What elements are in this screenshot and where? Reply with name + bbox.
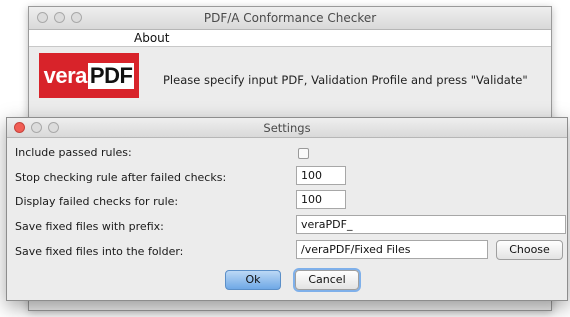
display-failed-label: Display failed checks for rule: (15, 195, 179, 208)
folder-label: Save fixed files into the folder: (15, 245, 184, 258)
stop-checking-label: Stop checking rule after failed checks: (15, 171, 227, 184)
instruction-text: Please specify input PDF, Validation Pro… (163, 73, 528, 87)
stop-checking-input[interactable] (296, 166, 346, 185)
include-passed-label: Include passed rules: (15, 146, 132, 159)
choose-folder-button[interactable]: Choose (496, 240, 563, 260)
settings-titlebar: Settings (7, 118, 567, 138)
cancel-button[interactable]: Cancel (295, 270, 359, 290)
menu-about[interactable]: About (134, 31, 169, 45)
menu-bar: About (29, 30, 551, 47)
verapdf-logo: vera PDF (39, 53, 139, 98)
window-title: PDF/A Conformance Checker (203, 11, 377, 25)
settings-dialog: Settings Include passed rules: Stop chec… (6, 117, 568, 301)
main-titlebar: PDF/A Conformance Checker (29, 7, 551, 30)
prefix-label: Save fixed files with prefix: (15, 220, 164, 233)
dialog-title: Settings (263, 121, 311, 135)
include-passed-checkbox[interactable] (298, 148, 309, 159)
display-failed-input[interactable] (296, 190, 346, 209)
prefix-input[interactable] (296, 215, 566, 234)
logo-suffix: PDF (87, 62, 135, 89)
logo-prefix: vera (43, 62, 88, 88)
ok-button[interactable]: Ok (225, 270, 281, 290)
folder-input[interactable] (296, 240, 488, 259)
